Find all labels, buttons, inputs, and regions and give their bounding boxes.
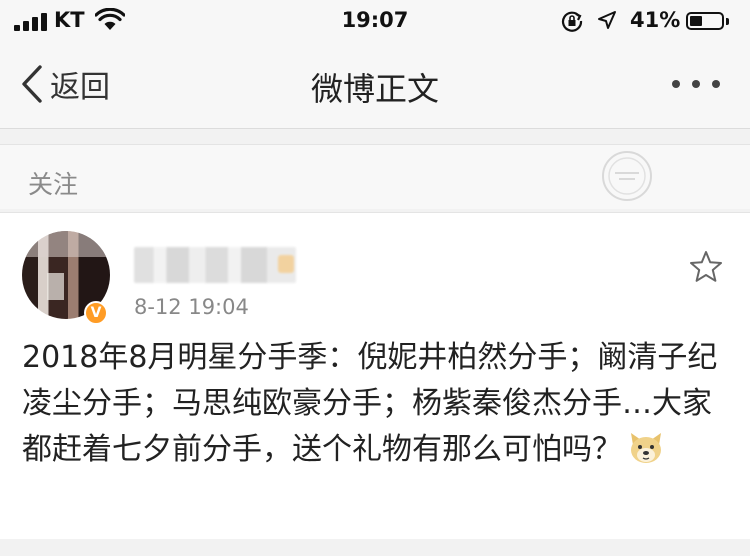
- vip-badge-icon: [278, 255, 294, 273]
- nav-bar: 返回 微博正文: [0, 42, 750, 129]
- more-dots-icon: [672, 80, 680, 88]
- battery-tip: [726, 18, 729, 25]
- more-dots-icon: [692, 80, 700, 88]
- post-card: V 8-12 19:04 2018年8月明星分手季：倪妮井柏然分手；阚清子纪凌尘…: [0, 212, 750, 539]
- follow-section: 关注: [0, 144, 750, 209]
- battery-percent: 41%: [630, 8, 681, 32]
- verified-badge: V: [84, 301, 108, 325]
- doge-emoji-icon: [631, 433, 661, 463]
- location-arrow-icon: [598, 11, 616, 29]
- battery-icon: [686, 12, 724, 30]
- follow-label: 关注: [28, 170, 79, 199]
- more-dots-icon: [712, 80, 720, 88]
- status-bar: KT 19:07 41%: [0, 0, 750, 42]
- page-title: 微博正文: [310, 70, 439, 108]
- post-body: 2018年8月明星分手季：倪妮井柏然分手；阚清子纪凌尘分手；马思纯欧豪分手；杨紫…: [22, 335, 732, 473]
- watermark-stamp-icon: [602, 151, 652, 201]
- post-text: 2018年8月明星分手季：倪妮井柏然分手；阚清子纪凌尘分手；马思纯欧豪分手；杨紫…: [22, 340, 718, 467]
- username-blurred[interactable]: [134, 247, 296, 283]
- rotation-lock-icon: [561, 11, 583, 32]
- post-timestamp: 8-12 19:04: [134, 295, 249, 319]
- star-outline-icon[interactable]: [688, 249, 724, 285]
- more-button[interactable]: [668, 80, 728, 94]
